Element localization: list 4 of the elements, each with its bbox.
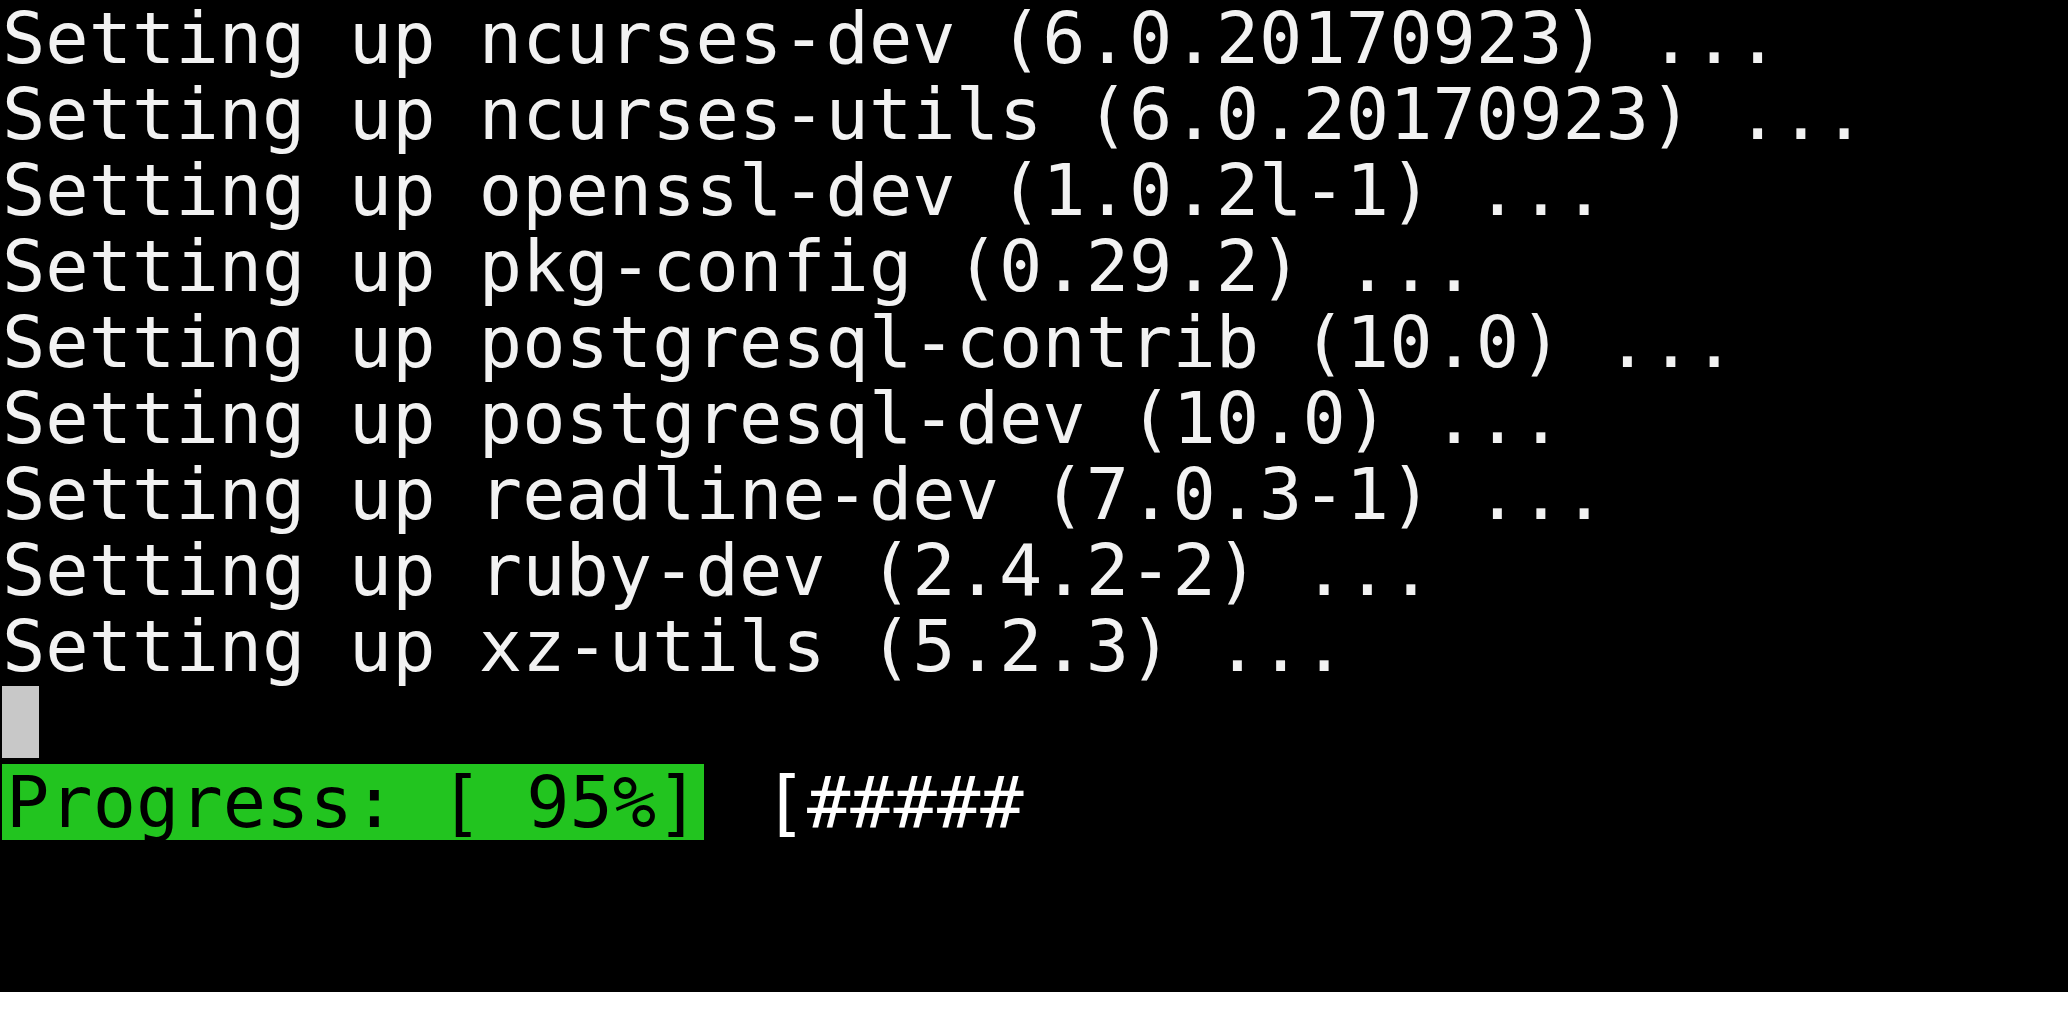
progress-bar-text: [##### bbox=[763, 764, 1024, 840]
terminal-line: Setting up ncurses-dev (6.0.20170923) ... bbox=[2, 0, 1780, 76]
progress-label: Progress: [ 95%] bbox=[2, 764, 704, 840]
text-cursor bbox=[2, 686, 39, 758]
